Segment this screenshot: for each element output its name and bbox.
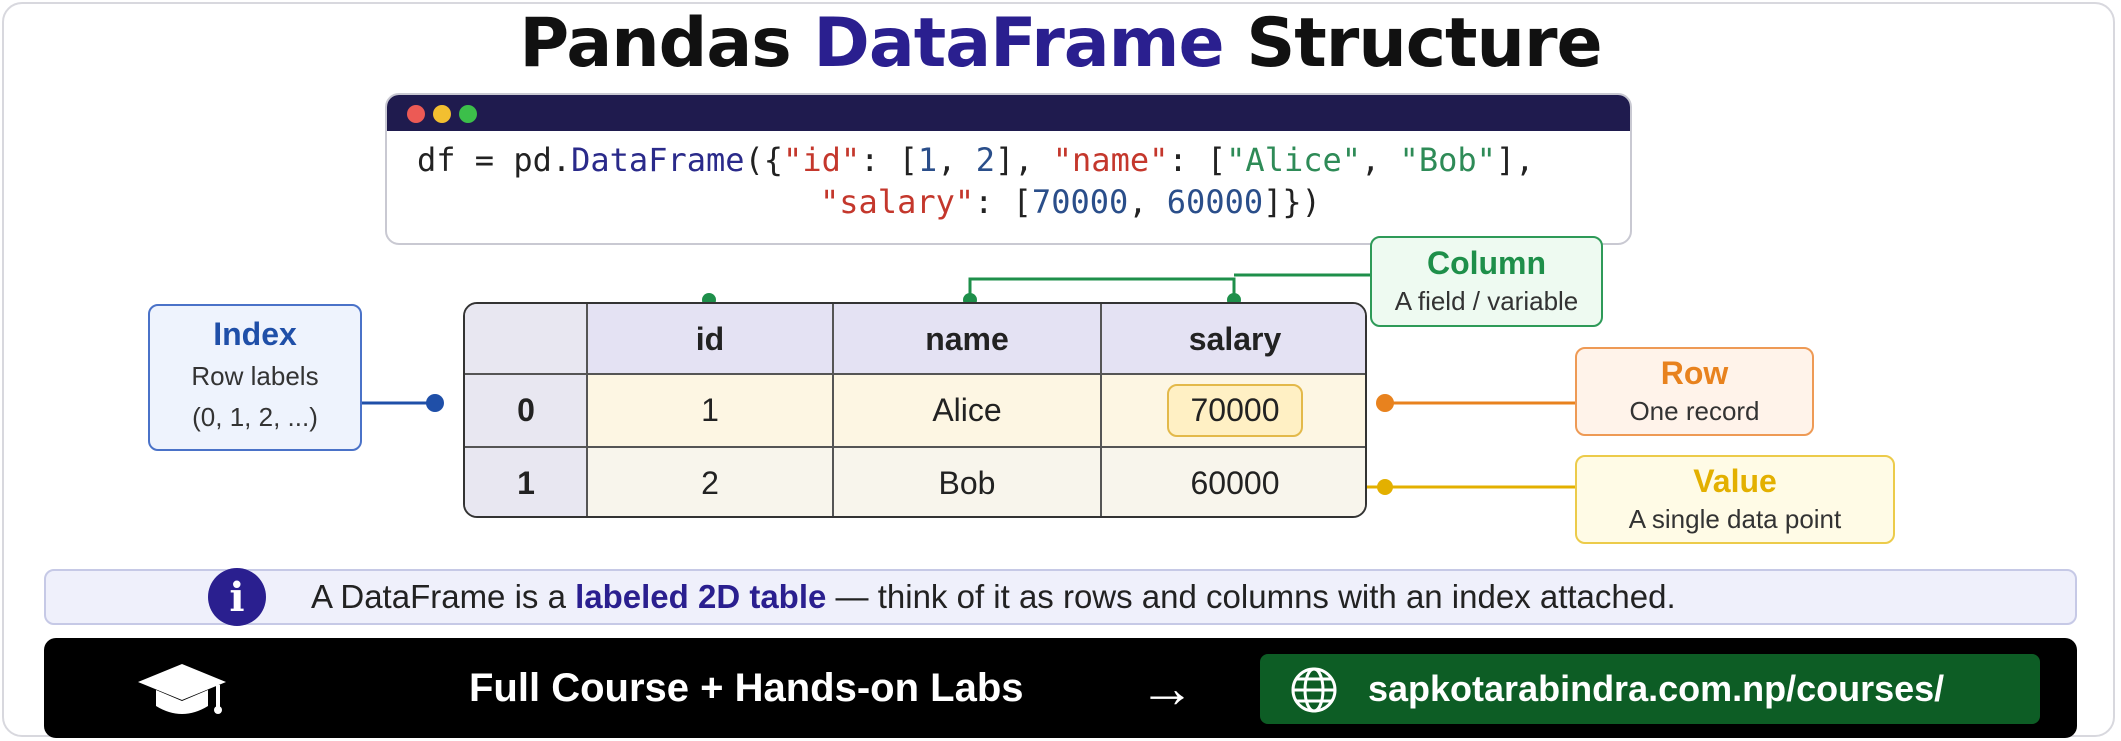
row-index-label: 1 bbox=[465, 447, 587, 516]
value-callout-title: Value bbox=[1693, 463, 1777, 499]
value-dot bbox=[1377, 479, 1393, 495]
arrow-right-icon: → bbox=[1139, 656, 1195, 719]
table-cell: 2 bbox=[587, 447, 833, 516]
column-connector bbox=[968, 277, 1236, 300]
grid-line bbox=[586, 304, 588, 516]
highlighted-value: 70000 bbox=[1166, 384, 1304, 437]
globe-icon bbox=[1291, 667, 1337, 713]
table-cell: Bob bbox=[833, 447, 1101, 516]
row-callout-subtitle: One record bbox=[1629, 396, 1760, 426]
column-callout-subtitle: A field / variable bbox=[1394, 286, 1579, 316]
course-link-button[interactable]: sapkotarabindra.com.np/courses/ bbox=[1260, 654, 2040, 724]
table-cell: 60000 bbox=[1101, 447, 1365, 516]
value-callout-subtitle: A single data point bbox=[1628, 504, 1842, 534]
row-callout: Row One record bbox=[1575, 347, 1814, 436]
row-dot bbox=[1376, 394, 1394, 412]
index-dot bbox=[426, 394, 444, 412]
index-callout-title: Index bbox=[213, 316, 297, 352]
grid-line bbox=[465, 373, 1365, 375]
info-text-post: — think of it as rows and columns with a… bbox=[826, 578, 1676, 615]
index-callout-line2: (0, 1, 2, ...) bbox=[192, 402, 318, 432]
grid-line bbox=[1100, 304, 1102, 516]
column-callout: Column A field / variable bbox=[1370, 236, 1603, 327]
value-callout: Value A single data point bbox=[1575, 455, 1895, 544]
column-callout-title: Column bbox=[1426, 245, 1547, 281]
table-cell: Alice bbox=[833, 374, 1101, 447]
dataframe-table: id name salary 0 1 Alice 70000 1 2 Bob 6… bbox=[463, 302, 1367, 518]
course-link-text: sapkotarabindra.com.np/courses/ bbox=[1368, 668, 1945, 709]
cta-banner[interactable]: Full Course + Hands-on Labs → sapkotarab… bbox=[44, 638, 2077, 738]
cta-label: Full Course + Hands-on Labs bbox=[469, 666, 1024, 710]
column-header: id bbox=[587, 304, 833, 374]
row-callout-title: Row bbox=[1660, 355, 1729, 391]
index-header-corner bbox=[465, 304, 587, 374]
index-callout-line1: Row labels bbox=[191, 361, 319, 391]
info-bar: i A DataFrame is a labeled 2D table — th… bbox=[44, 568, 2077, 626]
row-index-label: 0 bbox=[465, 374, 587, 447]
column-header: salary bbox=[1101, 304, 1365, 374]
table-cell-container: 70000 bbox=[1101, 374, 1365, 447]
index-callout: Index Row labels (0, 1, 2, ...) bbox=[148, 304, 362, 451]
info-text: A DataFrame is a labeled 2D table — thin… bbox=[311, 571, 1676, 623]
table-cell: 1 bbox=[587, 374, 833, 447]
column-header: name bbox=[833, 304, 1101, 374]
grid-line bbox=[832, 304, 834, 516]
grid-line bbox=[465, 446, 1365, 448]
info-text-bold: labeled 2D table bbox=[575, 578, 827, 615]
graduation-cap-icon bbox=[138, 664, 226, 714]
info-icon: i bbox=[208, 568, 266, 626]
info-text-pre: A DataFrame is a bbox=[311, 578, 576, 615]
